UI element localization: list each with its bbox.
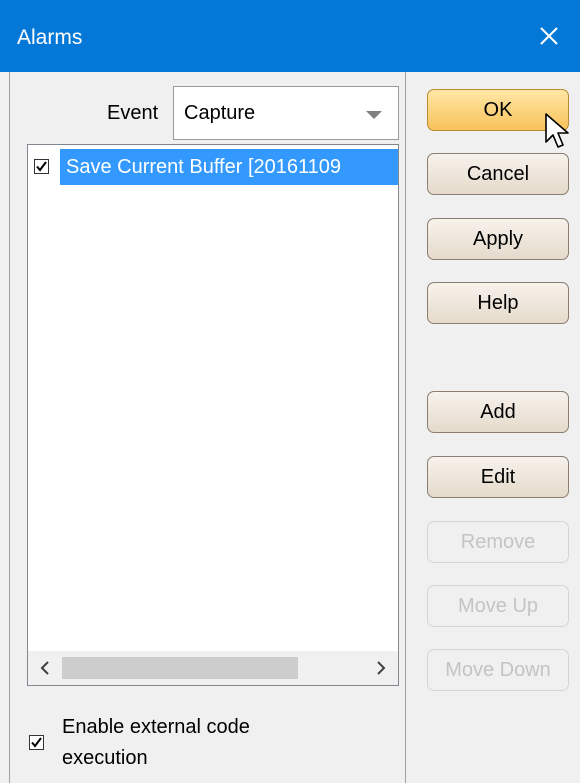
window-title: Alarms <box>17 26 83 49</box>
mouse-cursor-icon <box>545 113 569 148</box>
help-button[interactable]: Help <box>427 282 569 324</box>
move-down-button[interactable]: Move Down <box>427 649 569 691</box>
scroll-right-button[interactable] <box>364 651 398 685</box>
event-dropdown-value: Capture <box>184 102 256 124</box>
apply-button[interactable]: Apply <box>427 218 569 260</box>
checkmark-icon <box>31 737 42 748</box>
chevron-left-icon <box>40 661 49 675</box>
list-item-checkbox[interactable] <box>34 159 49 174</box>
edit-button[interactable]: Edit <box>427 456 569 498</box>
event-dropdown[interactable]: Capture <box>173 86 399 140</box>
checkmark-icon <box>36 161 47 172</box>
close-icon <box>540 27 558 45</box>
enable-external-code-checkbox[interactable] <box>29 735 44 750</box>
chevron-right-icon <box>377 661 386 675</box>
event-label: Event <box>107 102 159 124</box>
alarm-list[interactable]: Save Current Buffer [20161109 <box>27 144 399 686</box>
enable-external-code-label: Enable external code execution <box>62 716 250 769</box>
alarms-dialog: Alarms Event Capture Save Current Buffer… <box>0 0 580 783</box>
list-item-label: Save Current Buffer [20161109 <box>66 156 341 178</box>
chevron-down-icon <box>366 111 382 119</box>
close-button[interactable] <box>518 0 580 72</box>
scrollbar-thumb[interactable] <box>62 657 298 679</box>
list-item[interactable]: Save Current Buffer [20161109 <box>28 149 398 185</box>
add-button[interactable]: Add <box>427 391 569 433</box>
move-up-button[interactable]: Move Up <box>427 585 569 627</box>
cancel-button[interactable]: Cancel <box>427 153 569 195</box>
remove-button[interactable]: Remove <box>427 521 569 563</box>
title-bar: Alarms <box>0 0 580 72</box>
horizontal-scrollbar[interactable] <box>28 651 398 685</box>
scroll-left-button[interactable] <box>28 651 62 685</box>
